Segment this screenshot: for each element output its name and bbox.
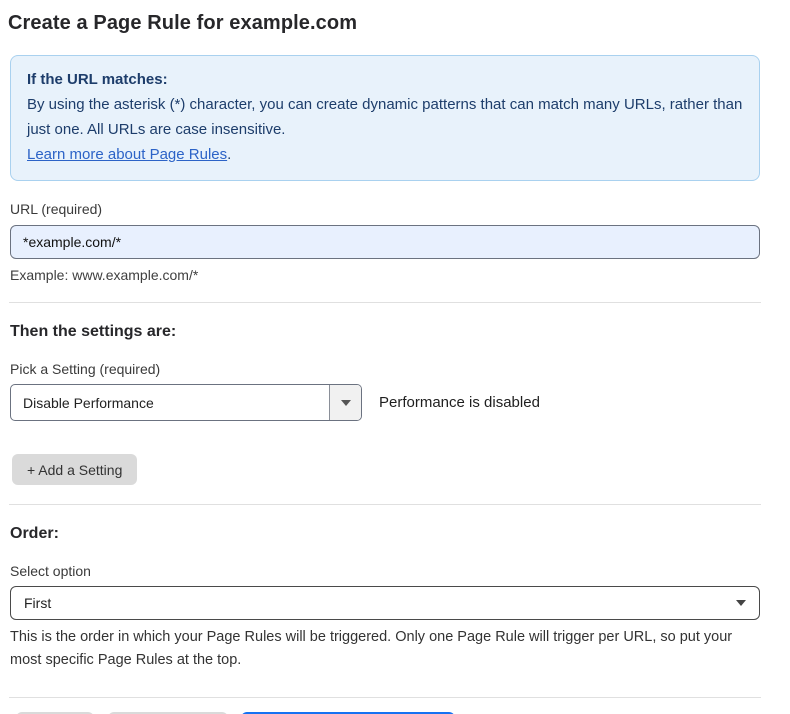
- setting-row: Disable Performance Performance is disab…: [10, 384, 760, 421]
- url-label: URL (required): [10, 201, 760, 217]
- url-input[interactable]: [10, 225, 760, 259]
- chevron-down-icon: [736, 600, 746, 606]
- learn-more-link[interactable]: Learn more about Page Rules: [27, 146, 227, 163]
- settings-heading: Then the settings are:: [10, 323, 760, 341]
- add-setting-button[interactable]: + Add a Setting: [12, 454, 137, 485]
- create-page-rule-form: Create a Page Rule for example.com If th…: [0, 0, 790, 714]
- chevron-down-icon: [341, 400, 351, 406]
- order-help-text: This is the order in which your Page Rul…: [10, 626, 755, 672]
- order-select-value: First: [24, 595, 736, 611]
- page-title: Create a Page Rule for example.com: [8, 12, 760, 35]
- info-box-link-line: Learn more about Page Rules.: [27, 142, 743, 167]
- setting-select-arrow-button[interactable]: [329, 385, 361, 420]
- pick-setting-label: Pick a Setting (required): [10, 361, 760, 377]
- setting-status-text: Performance is disabled: [379, 394, 540, 411]
- setting-select-value: Disable Performance: [11, 385, 329, 420]
- setting-select[interactable]: Disable Performance: [10, 384, 362, 421]
- url-matches-info-box: If the URL matches: By using the asteris…: [10, 55, 760, 181]
- link-suffix: .: [227, 146, 231, 163]
- divider: [9, 302, 761, 303]
- url-example-text: Example: www.example.com/*: [10, 267, 760, 283]
- order-select[interactable]: First: [10, 586, 760, 620]
- info-box-heading: If the URL matches:: [27, 67, 743, 92]
- divider: [9, 697, 761, 698]
- order-heading: Order:: [10, 525, 760, 543]
- divider: [9, 504, 761, 505]
- select-option-label: Select option: [10, 563, 760, 579]
- info-box-body: By using the asterisk (*) character, you…: [27, 92, 743, 142]
